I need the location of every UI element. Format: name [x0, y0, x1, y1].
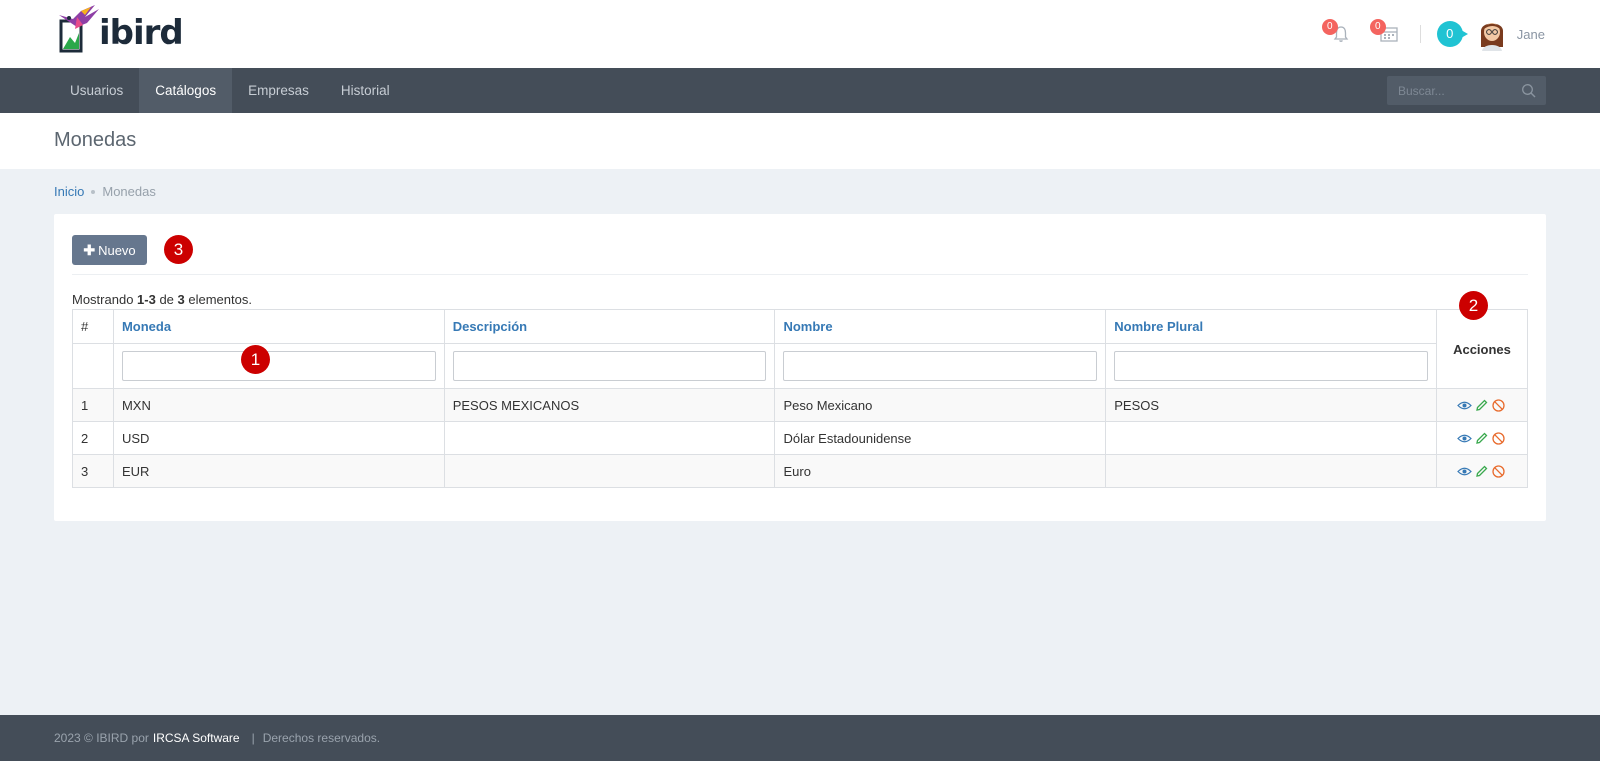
nav-item-usuarios[interactable]: Usuarios	[54, 68, 139, 113]
cell-num: 1	[72, 388, 114, 422]
footer: 2023 © IBIRD por IRCSA Software | Derech…	[0, 715, 1600, 761]
breadcrumb-current: Monedas	[102, 184, 156, 199]
summary-range: 1-3	[137, 292, 156, 307]
new-button[interactable]: ✚ Nuevo	[72, 235, 147, 265]
table-header-row: # Moneda Descripción Nombre Nombre Plura…	[72, 309, 1529, 389]
filter-moneda-input[interactable]	[121, 351, 436, 381]
chat-counter-button[interactable]: 0	[1436, 21, 1468, 47]
card-divider	[72, 274, 1528, 275]
content-card: ✚ Nuevo 3 Mostrando 1-3 de 3 elementos. …	[54, 214, 1546, 521]
calendar-button[interactable]: 0	[1369, 19, 1404, 49]
cell-moneda: MXN	[112, 388, 445, 422]
footer-text: 2023 © IBIRD por IRCSA Software | Derech…	[54, 731, 380, 745]
cell-num: 3	[72, 454, 114, 488]
cell-nombre-plural	[1105, 421, 1437, 455]
filter-cell-moneda	[112, 343, 445, 389]
row-actions	[1445, 464, 1519, 479]
search-input[interactable]	[1387, 76, 1507, 105]
filter-cell-descripcion	[443, 343, 776, 389]
annotation-marker-3: 3	[164, 235, 193, 264]
logo[interactable]: ibird	[55, 3, 184, 55]
cell-nombre: Dólar Estadounidense	[774, 421, 1107, 455]
cell-actions	[1435, 388, 1529, 422]
cell-moneda: USD	[112, 421, 445, 455]
new-button-label: Nuevo	[98, 242, 136, 258]
breadcrumb-home-link[interactable]: Inicio	[54, 184, 84, 199]
column-header-acciones: Acciones	[1435, 309, 1529, 389]
breadcrumb: Inicio Monedas	[54, 184, 156, 199]
cell-descripcion	[443, 421, 776, 455]
page-title: Monedas	[54, 129, 137, 151]
cell-actions	[1435, 454, 1529, 488]
column-header-moneda[interactable]: Moneda	[112, 309, 445, 344]
hummingbird-logo-icon	[59, 5, 99, 53]
currencies-table: # Moneda Descripción Nombre Nombre Plura…	[72, 309, 1529, 488]
user-avatar[interactable]	[1477, 17, 1507, 51]
top-header: ibird 0 0 0 Jane	[0, 0, 1600, 68]
summary-total: 3	[177, 292, 185, 307]
eye-icon[interactable]	[1457, 464, 1473, 479]
pencil-icon[interactable]	[1474, 398, 1489, 413]
ban-icon[interactable]	[1491, 431, 1506, 446]
footer-copyright: 2023 © IBIRD por	[54, 731, 149, 745]
footer-separator: |	[251, 731, 255, 745]
nav-item-historial[interactable]: Historial	[325, 68, 406, 113]
cell-nombre-plural: PESOS	[1105, 388, 1437, 422]
column-header-num: #	[72, 309, 114, 344]
notifications-badge: 0	[1321, 19, 1338, 35]
cell-nombre: Peso Mexicano	[774, 388, 1107, 422]
row-actions	[1445, 431, 1519, 446]
filter-descripcion-input[interactable]	[452, 351, 767, 381]
logo-text: ibird	[99, 13, 184, 53]
summary-text: Mostrando 1-3 de 3 elementos.	[72, 292, 252, 307]
main-nav: Usuarios Catálogos Empresas Historial	[0, 68, 1600, 113]
filter-row	[72, 343, 1528, 389]
cell-num: 2	[72, 421, 114, 455]
search-icon[interactable]	[1521, 83, 1536, 98]
header-divider	[1419, 25, 1421, 43]
notifications-button[interactable]: 0	[1321, 19, 1356, 49]
cell-descripcion: PESOS MEXICANOS	[443, 388, 776, 422]
summary-suffix: elementos.	[184, 292, 252, 307]
nav-item-empresas[interactable]: Empresas	[232, 68, 325, 113]
footer-company-link[interactable]: IRCSA Software	[153, 731, 240, 745]
header-actions: 0 0 0 Jane	[1308, 0, 1545, 68]
summary-mid: de	[155, 292, 178, 307]
annotation-marker-2: 2	[1459, 291, 1488, 320]
annotation-marker-1: 1	[241, 345, 270, 374]
cell-moneda: EUR	[112, 454, 445, 488]
breadcrumb-separator	[91, 189, 96, 194]
cell-actions	[1435, 421, 1529, 455]
user-name[interactable]: Jane	[1517, 27, 1545, 42]
filter-cell-empty	[72, 343, 114, 389]
nav-menu: Usuarios Catálogos Empresas Historial	[54, 68, 406, 113]
column-header-descripcion[interactable]: Descripción	[443, 309, 776, 344]
pencil-icon[interactable]	[1474, 464, 1489, 479]
row-actions	[1445, 398, 1519, 413]
ban-icon[interactable]	[1491, 464, 1506, 479]
table-row: 2 USD Dólar Estadounidense	[72, 421, 1529, 455]
plus-icon: ✚	[83, 241, 96, 258]
cell-descripcion	[443, 454, 776, 488]
table-row: 1 MXN PESOS MEXICANOS Peso Mexicano PESO…	[72, 388, 1529, 422]
calendar-badge: 0	[1369, 19, 1386, 35]
ban-icon[interactable]	[1491, 398, 1506, 413]
cell-nombre-plural	[1105, 454, 1437, 488]
eye-icon[interactable]	[1457, 431, 1473, 446]
search-box	[1387, 76, 1546, 105]
nav-item-catalogos[interactable]: Catálogos	[139, 68, 233, 113]
column-header-nombre-plural[interactable]: Nombre Plural	[1105, 309, 1437, 344]
table-row: 3 EUR Euro	[72, 454, 1529, 488]
filter-nombre-input[interactable]	[783, 351, 1098, 381]
filter-cell-nombre	[774, 343, 1107, 389]
page-header: Monedas	[0, 113, 1600, 169]
eye-icon[interactable]	[1457, 398, 1473, 413]
cell-nombre: Euro	[774, 454, 1107, 488]
filter-nombre-plural-input[interactable]	[1114, 351, 1428, 381]
filter-cell-nombre-plural	[1105, 343, 1437, 389]
footer-rights: Derechos reservados.	[262, 731, 381, 745]
column-header-nombre[interactable]: Nombre	[774, 309, 1107, 344]
summary-prefix: Mostrando	[72, 292, 138, 307]
pencil-icon[interactable]	[1474, 431, 1489, 446]
